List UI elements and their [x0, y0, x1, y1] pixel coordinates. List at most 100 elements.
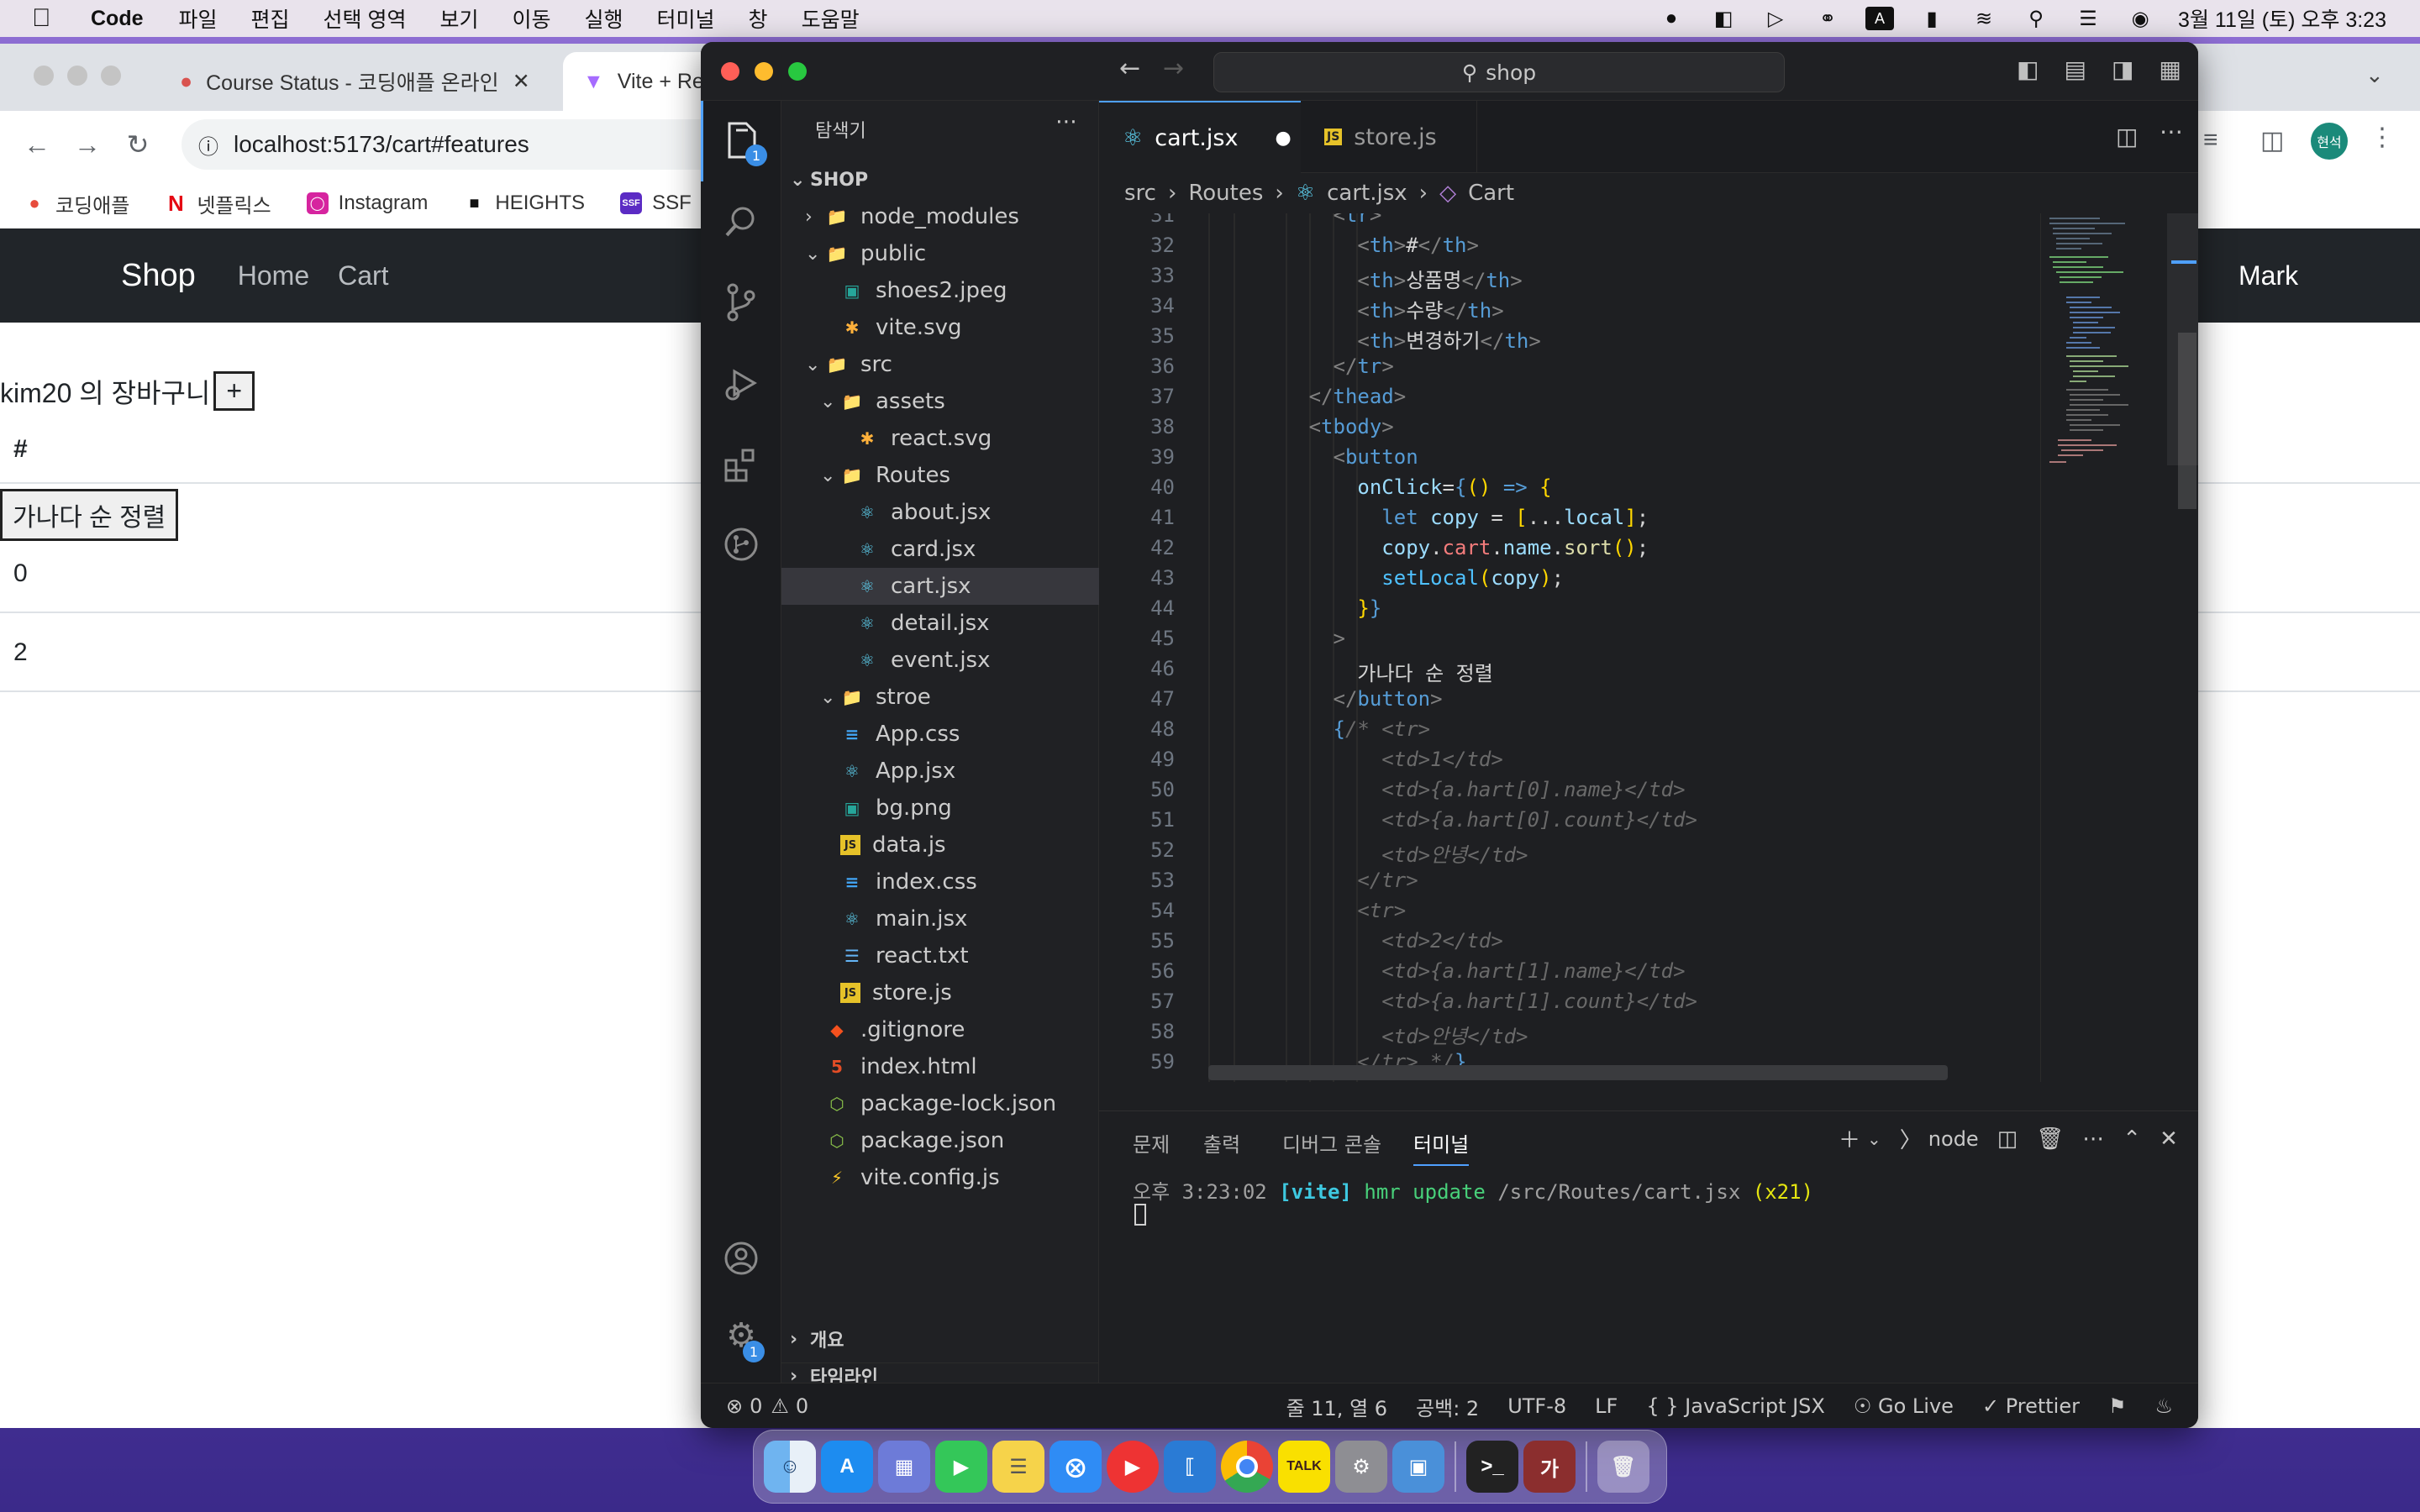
- tree-file[interactable]: ☰ react.txt: [781, 937, 1099, 974]
- menu-app-name[interactable]: Code: [91, 7, 144, 31]
- split-terminal-icon[interactable]: ◫: [1997, 1126, 2018, 1152]
- browser-tab-course-status[interactable]: ● Course Status - 코딩애플 온라인 ✕: [160, 52, 563, 111]
- dock-safari-icon[interactable]: ⨂: [1050, 1441, 1102, 1493]
- horizontal-scrollbar[interactable]: [1208, 1065, 1948, 1080]
- close-tab-icon[interactable]: ✕: [513, 69, 530, 94]
- tab-store-js[interactable]: JS store.js: [1301, 101, 1477, 173]
- dock-facetime-icon[interactable]: ▶: [935, 1441, 987, 1493]
- dock-notes-icon[interactable]: ☰: [992, 1441, 1044, 1493]
- warning-count[interactable]: 0: [796, 1394, 808, 1418]
- trash-icon[interactable]: 🗑: [2036, 1126, 2064, 1152]
- close-window-button[interactable]: [34, 66, 54, 86]
- extensions-icon[interactable]: [701, 423, 781, 504]
- panel-tab-output[interactable]: 출력: [1203, 1128, 1240, 1158]
- vertical-scrollbar[interactable]: [2178, 333, 2196, 509]
- url-text[interactable]: localhost:5173/cart#features: [234, 131, 529, 158]
- minimap[interactable]: [2040, 213, 2198, 1082]
- menu-item-edit[interactable]: 편집: [251, 3, 290, 34]
- menu-item-file[interactable]: 파일: [179, 3, 218, 34]
- tab-cart-jsx[interactable]: ⚛ cart.jsx ●: [1099, 101, 1301, 173]
- tree-file[interactable]: ⚛ about.jsx: [781, 494, 1099, 531]
- project-root[interactable]: ⌄ SHOP: [781, 161, 1099, 198]
- tree-file[interactable]: ⬡ package.json: [781, 1122, 1099, 1159]
- breadcrumb-src[interactable]: src: [1124, 181, 1156, 206]
- tree-file[interactable]: ⚛ card.jsx: [781, 531, 1099, 568]
- dock-chrome-icon[interactable]: [1221, 1441, 1273, 1493]
- tree-file[interactable]: ⚛ cart.jsx: [781, 568, 1099, 605]
- battery-icon[interactable]: ▮: [1918, 7, 1946, 30]
- end-of-line[interactable]: LF: [1595, 1394, 1618, 1418]
- settings-gear-icon[interactable]: ⚙ 1: [701, 1295, 781, 1376]
- new-terminal-icon[interactable]: ＋: [1839, 1123, 1860, 1154]
- shop-brand[interactable]: Shop: [121, 258, 196, 294]
- tree-folder[interactable]: ⌄ 📁 Routes: [781, 457, 1099, 494]
- tree-file[interactable]: ⚛ event.jsx: [781, 642, 1099, 679]
- tree-file[interactable]: ◆ .gitignore: [781, 1011, 1099, 1048]
- language-mode[interactable]: { } JavaScript JSX: [1646, 1394, 1825, 1418]
- reload-icon[interactable]: ↻: [113, 129, 163, 160]
- nav-cart-link[interactable]: Cart: [338, 260, 388, 291]
- dock-terminal-icon[interactable]: >_: [1466, 1441, 1518, 1493]
- maximize-panel-icon[interactable]: ⌃: [2123, 1126, 2141, 1152]
- reading-list-icon[interactable]: ≡: [2203, 126, 2218, 155]
- run-debug-icon[interactable]: [701, 343, 781, 423]
- back-icon[interactable]: ←: [1119, 54, 1140, 83]
- tree-file[interactable]: ≡ index.css: [781, 864, 1099, 900]
- terminal-output[interactable]: 오후 3:23:02 [vite] hmr update /src/Routes…: [1133, 1175, 1813, 1205]
- tree-file[interactable]: JS store.js: [781, 974, 1099, 1011]
- toggle-secondary-sidebar-icon[interactable]: ◨: [2112, 55, 2133, 83]
- dock-system-settings-icon[interactable]: ⚙: [1335, 1441, 1387, 1493]
- kakaotalk-status-icon[interactable]: ●: [1657, 7, 1686, 30]
- tree-file[interactable]: ✱ vite.svg: [781, 309, 1099, 346]
- bookmark-netflix[interactable]: N 넷플릭스: [165, 189, 271, 218]
- menu-item-terminal[interactable]: 터미널: [657, 3, 715, 34]
- browser-tab-vite[interactable]: ▼ Vite + Re: [563, 52, 714, 111]
- cursor-position[interactable]: 줄 11, 열 6: [1286, 1392, 1387, 1421]
- warning-icon[interactable]: ⚠: [771, 1394, 789, 1418]
- control-center-icon[interactable]: ☰: [2074, 7, 2102, 30]
- nav-home-link[interactable]: Home: [238, 260, 309, 291]
- command-center-search[interactable]: ⚲ shop: [1213, 52, 1785, 92]
- tree-file[interactable]: 5 index.html: [781, 1048, 1099, 1085]
- editor-more-icon[interactable]: ⋯: [2160, 118, 2183, 145]
- side-panel-icon[interactable]: ◫: [2260, 126, 2284, 155]
- source-control-icon[interactable]: [701, 262, 781, 343]
- tree-folder[interactable]: ⌄ 📁 src: [781, 346, 1099, 383]
- breadcrumb-file[interactable]: cart.jsx: [1327, 181, 1407, 206]
- terminal-kind[interactable]: node: [1928, 1127, 1979, 1151]
- tree-folder[interactable]: › 📁 node_modules: [781, 198, 1099, 235]
- menu-item-help[interactable]: 도움말: [802, 3, 860, 34]
- accounts-feedback-icon[interactable]: ⚑: [2108, 1394, 2127, 1418]
- back-icon[interactable]: ←: [12, 129, 62, 160]
- prettier-button[interactable]: ✓ Prettier: [1982, 1394, 2080, 1418]
- outline-section[interactable]: › 개요: [781, 1320, 1099, 1357]
- panel-tab-debug-console[interactable]: 디버그 콘솔: [1282, 1128, 1381, 1158]
- forward-icon[interactable]: →: [1163, 54, 1184, 83]
- dock-trash-icon[interactable]: 🗑: [1597, 1441, 1649, 1493]
- close-panel-icon[interactable]: ✕: [2160, 1126, 2178, 1152]
- accounts-icon[interactable]: [701, 1218, 781, 1299]
- tree-file[interactable]: ≡ App.css: [781, 716, 1099, 753]
- split-editor-icon[interactable]: ◫: [2116, 123, 2138, 150]
- more-menu-icon[interactable]: ⋮: [2370, 123, 2395, 152]
- bookmark-codingapple[interactable]: ● 코딩애플: [24, 189, 129, 218]
- bookmark-instagram[interactable]: ◯ Instagram: [306, 192, 428, 215]
- minimize-window-button[interactable]: [755, 62, 773, 81]
- play-icon[interactable]: ▷: [1761, 7, 1790, 30]
- toggle-panel-icon[interactable]: ▤: [2064, 55, 2086, 83]
- modified-dot-icon[interactable]: ●: [1275, 128, 1291, 149]
- tree-file[interactable]: ⬡ package-lock.json: [781, 1085, 1099, 1122]
- dock-kakaotalk-icon[interactable]: TALK: [1278, 1441, 1330, 1493]
- close-window-button[interactable]: [721, 62, 739, 81]
- breadcrumb-symbol[interactable]: Cart: [1468, 181, 1514, 206]
- go-live-button[interactable]: ☉ Go Live: [1854, 1394, 1954, 1418]
- dock-youtube-icon[interactable]: ▶: [1107, 1441, 1159, 1493]
- terminal-dropdown-icon[interactable]: ⌄: [1867, 1129, 1881, 1149]
- menu-item-selection[interactable]: 선택 영역: [324, 3, 407, 34]
- tab-search-chevron-icon[interactable]: ⌄: [2365, 62, 2384, 88]
- error-icon[interactable]: ⊗: [726, 1394, 743, 1418]
- indentation[interactable]: 공백: 2: [1416, 1392, 1479, 1421]
- tree-file[interactable]: ⚛ App.jsx: [781, 753, 1099, 790]
- input-source-icon[interactable]: A: [1865, 7, 1895, 30]
- customize-layout-icon[interactable]: ▦: [2159, 55, 2181, 83]
